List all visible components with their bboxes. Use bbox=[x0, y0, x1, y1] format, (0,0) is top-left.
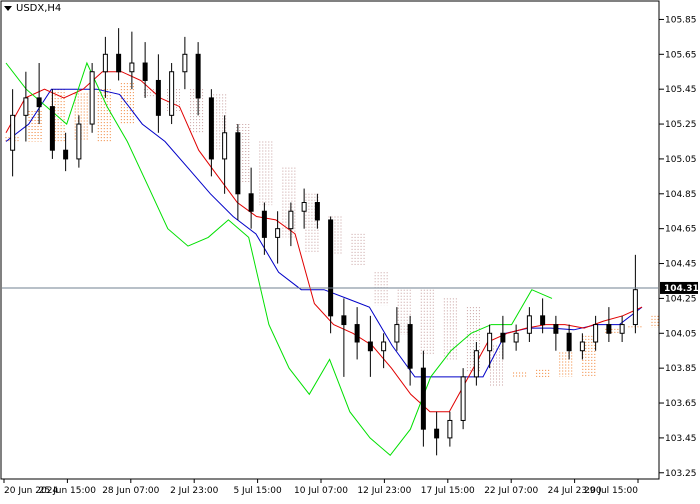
candle-body bbox=[540, 315, 546, 326]
y-tick-label: 105.85 bbox=[665, 15, 697, 25]
candle-body bbox=[195, 53, 201, 99]
x-tick-label: 29 Jul 15:00 bbox=[584, 486, 638, 496]
candle-body bbox=[354, 324, 360, 343]
y-tick-label: 103.85 bbox=[665, 364, 697, 374]
y-tick-label: 105.25 bbox=[665, 120, 697, 130]
y-tick-label: 104.05 bbox=[665, 329, 697, 339]
candle-body bbox=[301, 202, 307, 212]
candle-body bbox=[23, 97, 29, 116]
candle-body bbox=[169, 71, 175, 116]
candle-body bbox=[10, 114, 16, 151]
candle-body bbox=[328, 219, 334, 317]
candle-body bbox=[288, 210, 294, 230]
candle-body bbox=[142, 62, 148, 81]
y-tick-label: 105.65 bbox=[665, 50, 697, 60]
chart-window: USDX,H4 105.85 105.65 105.45 105.25 105.05 10… bbox=[0, 0, 700, 500]
candle-body bbox=[381, 341, 387, 352]
candle-body bbox=[261, 210, 267, 238]
candle-body bbox=[394, 324, 400, 343]
x-tick-label: 12 Jul 23:00 bbox=[357, 486, 411, 496]
symbol-label: USDX,H4 bbox=[4, 3, 61, 14]
candle-body bbox=[341, 315, 347, 326]
y-tick-label: 105.45 bbox=[665, 85, 697, 95]
candle-body bbox=[275, 228, 281, 238]
candle-body bbox=[76, 123, 82, 160]
x-tick-label: 10 Jul 07:00 bbox=[294, 486, 348, 496]
candle-body bbox=[155, 79, 161, 116]
x-tick-label: 5 Jul 15:00 bbox=[233, 486, 282, 496]
candle-body bbox=[420, 367, 426, 430]
candle-body bbox=[447, 419, 453, 439]
ichimoku-lines bbox=[5, 61, 643, 457]
candle-body bbox=[235, 132, 241, 195]
candle-body bbox=[619, 324, 625, 334]
candle-body bbox=[500, 332, 506, 343]
x-tick-label: 25 Jun 15:00 bbox=[39, 486, 96, 496]
candle-body bbox=[208, 97, 214, 160]
candle-body bbox=[49, 106, 55, 151]
x-tick-label: 2 Jul 23:00 bbox=[170, 486, 219, 496]
candle-body bbox=[222, 132, 228, 160]
candle-body bbox=[487, 332, 493, 352]
candle-body bbox=[63, 149, 69, 160]
candle-body bbox=[553, 324, 559, 334]
candle-body bbox=[129, 62, 135, 73]
y-tick-label: 104.65 bbox=[665, 225, 697, 235]
y-tick-label: 103.45 bbox=[665, 434, 697, 444]
y-tick-label: 103.65 bbox=[665, 399, 697, 409]
candle-body bbox=[593, 324, 599, 343]
candle-body bbox=[248, 193, 254, 212]
candle-body bbox=[606, 324, 612, 334]
candle-body bbox=[460, 376, 466, 421]
chart-svg: 105.85 105.65 105.45 105.25 105.05 104.85 104.… bbox=[0, 0, 699, 496]
candle-body bbox=[314, 202, 320, 221]
candle-body bbox=[89, 71, 95, 125]
chart-title: USDX,H4 bbox=[16, 3, 62, 14]
chikou-line bbox=[5, 61, 553, 457]
candle-body bbox=[367, 341, 373, 352]
y-tick-label: 104.85 bbox=[665, 190, 697, 200]
candle-body bbox=[36, 97, 42, 108]
candle-body bbox=[566, 332, 572, 352]
y-tick-label: 105.05 bbox=[665, 155, 697, 165]
x-tick-label: 22 Jul 07:00 bbox=[484, 486, 538, 496]
dropdown-triangle-icon[interactable] bbox=[4, 5, 12, 11]
x-tick-label: 17 Jul 15:00 bbox=[421, 486, 475, 496]
candle-body bbox=[116, 53, 122, 73]
candle-body bbox=[407, 324, 413, 369]
y-tick-label: 103.25 bbox=[665, 469, 697, 479]
x-tick-label: 28 Jun 07:00 bbox=[102, 486, 159, 496]
candle-body bbox=[513, 332, 519, 343]
candle-body bbox=[526, 315, 532, 334]
candle-body bbox=[579, 341, 585, 352]
candle-body bbox=[434, 428, 440, 439]
kijun-line bbox=[5, 88, 643, 378]
candle-body bbox=[473, 350, 479, 378]
y-tick-label: 104.25 bbox=[665, 294, 697, 304]
y-tick-label: 104.45 bbox=[665, 260, 697, 270]
axes: 105.85 105.65 105.45 105.25 105.05 104.85 104.… bbox=[2, 15, 699, 496]
candle-body bbox=[102, 53, 108, 73]
current-price-label: 104.31 bbox=[664, 284, 699, 294]
candle-body bbox=[632, 289, 638, 326]
candle-body bbox=[182, 53, 188, 73]
